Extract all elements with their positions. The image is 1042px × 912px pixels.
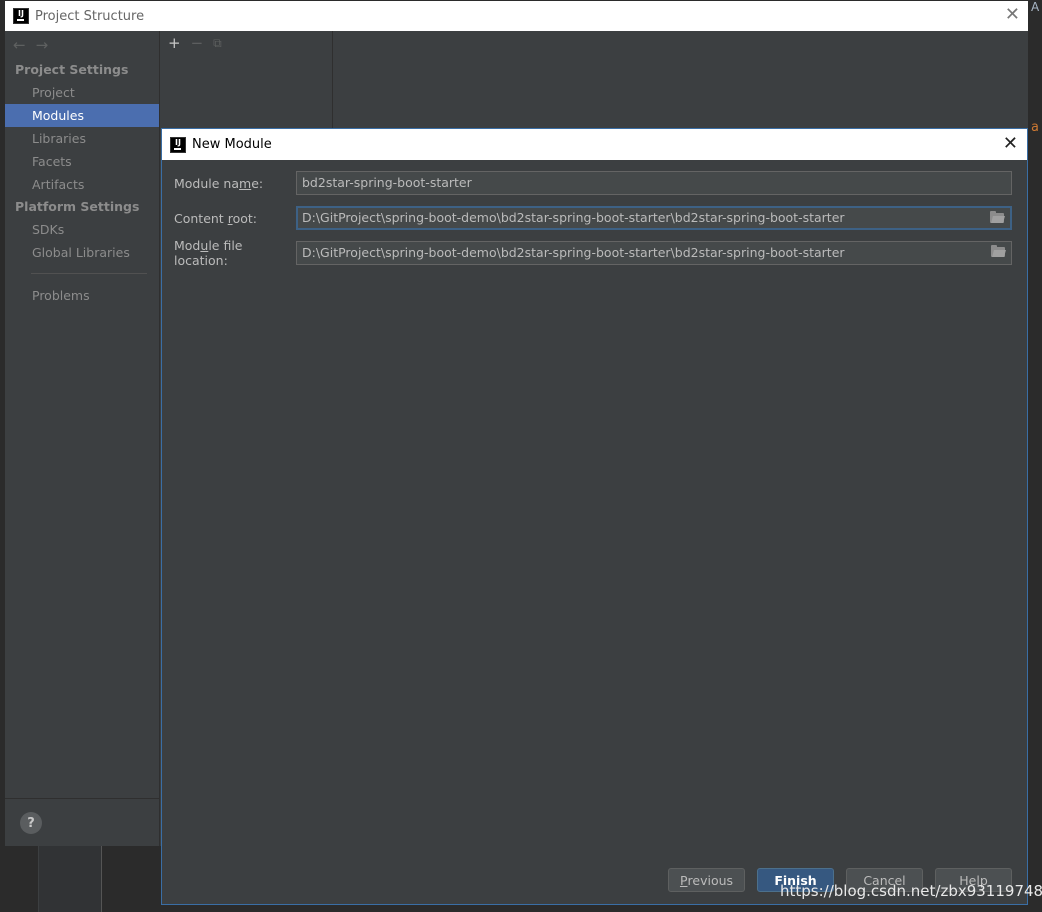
sidebar-item-facets[interactable]: Facets [5, 150, 159, 173]
sidebar-footer: ? [5, 798, 159, 846]
background-editor-text-top: A [1031, 0, 1040, 14]
project-structure-sidebar: ← → Project Settings Project Modules Lib… [5, 31, 159, 798]
modules-toolbar: + − ⧉ [160, 31, 332, 55]
forward-arrow-icon[interactable]: → [36, 36, 49, 54]
sidebar-item-artifacts[interactable]: Artifacts [5, 173, 159, 196]
copy-icon[interactable]: ⧉ [213, 36, 222, 51]
back-arrow-icon[interactable]: ← [13, 36, 26, 54]
module-file-location-value: D:\GitProject\spring-boot-demo\bd2star-s… [302, 245, 845, 260]
module-file-location-row: Module file location: D:\GitProject\spri… [174, 238, 1012, 268]
content-root-row: Content root: D:\GitProject\spring-boot-… [174, 206, 1012, 230]
project-structure-titlebar: IJ Project Structure ✕ [5, 1, 1028, 31]
background-ide-bottom [0, 846, 162, 912]
folder-browse-icon[interactable] [991, 245, 1005, 257]
module-name-label: Module name: [174, 175, 264, 191]
sidebar-item-modules[interactable]: Modules [5, 104, 159, 127]
module-name-row: Module name: bd2star-spring-boot-starter [174, 171, 1012, 195]
folder-browse-icon[interactable] [990, 211, 1004, 223]
content-root-field[interactable]: D:\GitProject\spring-boot-demo\bd2star-s… [296, 206, 1012, 230]
nav-arrows: ← → [5, 31, 159, 59]
add-icon[interactable]: + [168, 34, 181, 52]
section-project-settings: Project Settings [15, 62, 129, 77]
sidebar-item-global-libraries[interactable]: Global Libraries [5, 241, 159, 264]
background-editor [1029, 0, 1042, 912]
content-root-label: Content root: [174, 210, 257, 226]
sidebar-item-problems[interactable]: Problems [5, 284, 159, 307]
content-root-value: D:\GitProject\spring-boot-demo\bd2star-s… [302, 210, 845, 225]
remove-icon[interactable]: − [191, 34, 204, 52]
module-file-location-label: Module file location: [174, 238, 243, 268]
close-icon[interactable]: ✕ [1005, 6, 1020, 24]
sidebar-item-project[interactable]: Project [5, 81, 159, 104]
module-file-location-field[interactable]: D:\GitProject\spring-boot-demo\bd2star-s… [296, 241, 1012, 265]
new-module-dialog: IJ New Module ✕ Module name: bd2star-spr… [161, 128, 1028, 905]
help-icon[interactable]: ? [20, 812, 42, 834]
sidebar-item-sdks[interactable]: SDKs [5, 218, 159, 241]
intellij-app-icon: IJ [13, 8, 29, 24]
close-icon[interactable]: ✕ [1003, 135, 1018, 153]
module-name-field[interactable]: bd2star-spring-boot-starter [296, 171, 1012, 195]
section-platform-settings: Platform Settings [15, 199, 140, 214]
sidebar-divider [31, 273, 147, 274]
intellij-app-icon: IJ [170, 136, 186, 153]
new-module-titlebar: IJ New Module ✕ [162, 129, 1027, 160]
sidebar-item-libraries[interactable]: Libraries [5, 127, 159, 150]
project-structure-title: Project Structure [35, 8, 145, 24]
background-gutter [38, 846, 102, 912]
previous-button[interactable]: Previous [668, 868, 745, 892]
background-editor-text-mid: a [1031, 120, 1039, 135]
watermark: https://blog.csdn.net/zbx931197485 [780, 882, 1042, 900]
new-module-title: New Module [192, 137, 272, 152]
